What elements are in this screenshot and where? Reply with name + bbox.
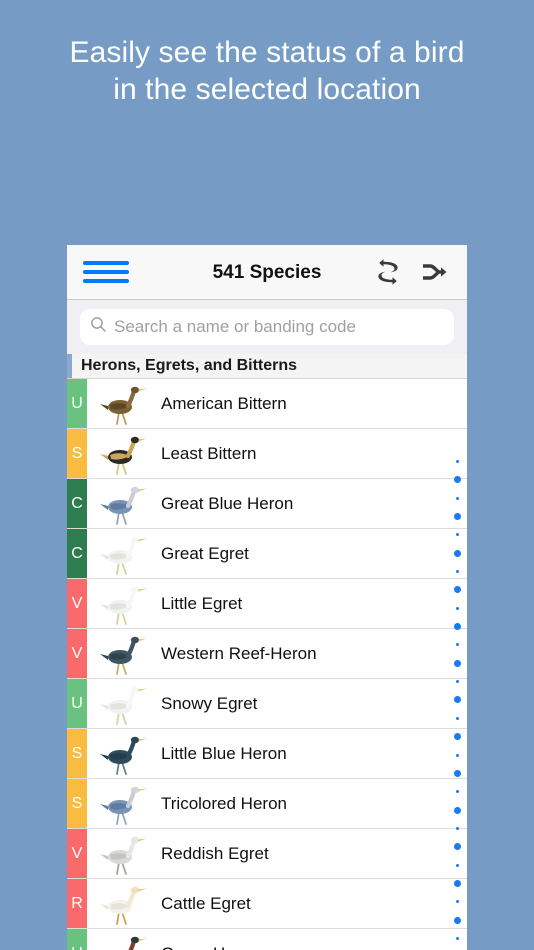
section-header-label: Herons, Egrets, and Bitterns	[81, 357, 298, 374]
species-name: American Bittern	[161, 393, 287, 413]
hamburger-line	[83, 279, 129, 283]
species-name: Little Egret	[161, 593, 243, 613]
status-badge: C	[67, 479, 87, 528]
species-name: Green Heron	[161, 944, 259, 950]
hamburger-line	[83, 270, 129, 274]
status-badge: S	[67, 779, 87, 828]
search-placeholder: Search a name or banding code	[114, 317, 356, 336]
navbar-actions	[373, 256, 467, 288]
species-thumbnail	[93, 431, 153, 477]
index-dot[interactable]	[453, 879, 461, 887]
status-badge: S	[67, 729, 87, 778]
species-name: Cattle Egret	[161, 893, 251, 913]
search-icon	[90, 316, 107, 338]
species-row[interactable]: C Great Egret	[67, 529, 467, 579]
status-badge: U	[67, 929, 87, 950]
index-dot[interactable]	[453, 733, 461, 741]
species-name: Least Bittern	[161, 443, 257, 463]
species-name: Tricolored Heron	[161, 793, 287, 813]
status-badge: V	[67, 629, 87, 678]
species-row[interactable]: U Green Heron	[67, 929, 467, 950]
species-thumbnail	[93, 931, 153, 950]
species-name: Little Blue Heron	[161, 743, 287, 763]
species-thumbnail	[93, 631, 153, 677]
species-row[interactable]: V Reddish Egret	[67, 829, 467, 879]
status-badge: V	[67, 579, 87, 628]
index-dot[interactable]	[453, 586, 461, 594]
index-dot[interactable]	[453, 549, 461, 557]
index-dot[interactable]	[453, 769, 461, 777]
index-dot[interactable]	[455, 826, 459, 830]
index-dot[interactable]	[455, 606, 459, 610]
index-dot[interactable]	[453, 476, 461, 484]
status-badge: U	[67, 379, 87, 428]
screenshot-root: Easily see the status of a bird in the s…	[0, 0, 534, 950]
index-dot[interactable]	[453, 659, 461, 667]
index-dot[interactable]	[455, 790, 459, 794]
species-thumbnail	[93, 381, 153, 427]
species-thumbnail	[93, 831, 153, 877]
species-row[interactable]: S Tricolored Heron	[67, 779, 467, 829]
search-input[interactable]: Search a name or banding code	[80, 309, 454, 345]
species-thumbnail	[93, 531, 153, 577]
merge-arrow-icon[interactable]	[419, 257, 449, 287]
status-badge: R	[67, 879, 87, 928]
hamburger-line	[83, 261, 129, 265]
species-row[interactable]: S Little Blue Heron	[67, 729, 467, 779]
species-row[interactable]: V Little Egret	[67, 579, 467, 629]
index-dot[interactable]	[453, 623, 461, 631]
species-thumbnail	[93, 481, 153, 527]
index-dot[interactable]	[455, 753, 459, 757]
swap-arrows-icon[interactable]	[373, 256, 403, 288]
species-row[interactable]: C Great Blue Heron	[67, 479, 467, 529]
index-dot[interactable]	[455, 496, 459, 500]
index-dot[interactable]	[455, 716, 459, 720]
species-row[interactable]: V Western Reef-Heron	[67, 629, 467, 679]
index-dot[interactable]	[455, 863, 459, 867]
index-dot[interactable]	[453, 843, 461, 851]
species-row[interactable]: U Snowy Egret	[67, 679, 467, 729]
species-row[interactable]: U American Bittern	[67, 379, 467, 429]
search-container: Search a name or banding code	[67, 300, 467, 354]
species-thumbnail	[93, 731, 153, 777]
species-row[interactable]: S Least Bittern	[67, 429, 467, 479]
section-header: Herons, Egrets, and Bitterns	[67, 354, 467, 379]
status-badge: U	[67, 679, 87, 728]
index-dot[interactable]	[455, 533, 459, 537]
status-badge: V	[67, 829, 87, 878]
index-dot[interactable]	[455, 936, 459, 940]
species-name: Snowy Egret	[161, 693, 258, 713]
alphabet-index-scrollbar[interactable]	[450, 460, 464, 940]
species-row[interactable]: R Cattle Egret	[67, 879, 467, 929]
status-badge: C	[67, 529, 87, 578]
species-name: Reddish Egret	[161, 843, 269, 863]
index-dot[interactable]	[453, 916, 461, 924]
index-dot[interactable]	[455, 643, 459, 647]
species-thumbnail	[93, 781, 153, 827]
hamburger-menu-icon[interactable]	[83, 261, 129, 283]
species-name: Great Blue Heron	[161, 493, 294, 513]
index-dot[interactable]	[455, 900, 459, 904]
index-dot[interactable]	[455, 570, 459, 574]
species-thumbnail	[93, 881, 153, 927]
index-dot[interactable]	[453, 806, 461, 814]
species-name: Great Egret	[161, 543, 249, 563]
species-list: U American Bittern S Least Bittern C Great Bl…	[67, 379, 467, 950]
index-dot[interactable]	[453, 696, 461, 704]
status-badge: S	[67, 429, 87, 478]
navigation-bar: 541 Species	[67, 245, 467, 300]
species-name: Western Reef-Heron	[161, 643, 317, 663]
index-dot[interactable]	[455, 460, 459, 463]
species-thumbnail	[93, 581, 153, 627]
index-dot[interactable]	[453, 513, 461, 521]
phone-screen: 541 Species Search a name or banding cod…	[67, 245, 467, 950]
index-dot[interactable]	[455, 680, 459, 684]
species-thumbnail	[93, 681, 153, 727]
promo-headline: Easily see the status of a bird in the s…	[69, 36, 465, 106]
